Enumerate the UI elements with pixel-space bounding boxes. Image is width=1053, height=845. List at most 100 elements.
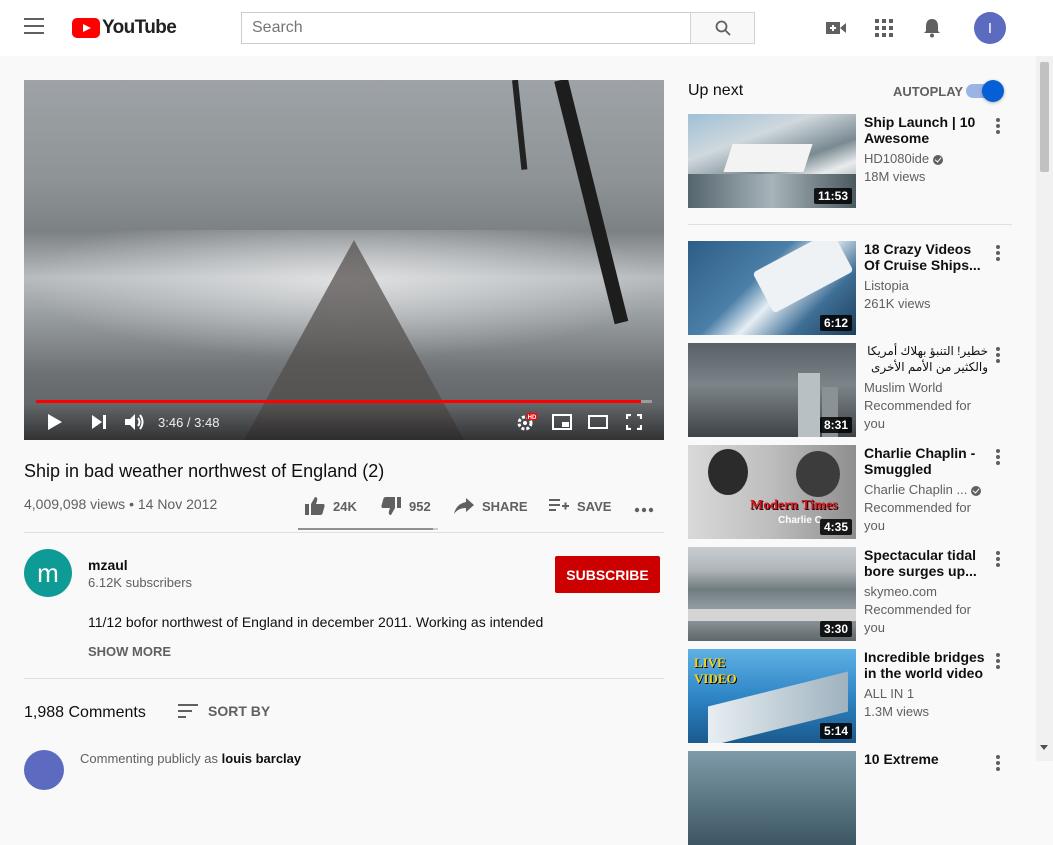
- comments-count: 1,988 Comments: [24, 704, 146, 721]
- settings-hd-icon[interactable]: HD: [514, 411, 538, 433]
- search-button[interactable]: [690, 12, 755, 44]
- recommendation-reason: Recommended for: [864, 602, 971, 617]
- channel-name[interactable]: Listopia: [864, 277, 988, 295]
- recommended-video[interactable]: 3:30 Spectacular tidal bore surges up...…: [688, 547, 1012, 641]
- video-title[interactable]: Ship Launch | 10 Awesome Waves,...: [864, 114, 988, 146]
- thumbnail-figure: [708, 449, 748, 495]
- video-title[interactable]: Charlie Chaplin - Smuggled "Nose...: [864, 445, 988, 477]
- miniplayer-icon[interactable]: [551, 411, 573, 433]
- more-options-icon[interactable]: [996, 653, 1000, 669]
- scrollbar-thumb[interactable]: [1040, 62, 1049, 172]
- channel-avatar[interactable]: m: [24, 549, 72, 597]
- subscribe-button[interactable]: SUBSCRIBE: [555, 556, 660, 593]
- youtube-play-icon: [72, 18, 100, 38]
- recommendation-reason-cont: you: [864, 620, 885, 635]
- video-thumbnail[interactable]: 3:30: [688, 547, 856, 641]
- volume-icon[interactable]: [124, 411, 146, 433]
- thumbnail-ship: [723, 144, 813, 172]
- account-avatar[interactable]: I: [974, 12, 1006, 44]
- video-meta: Charlie Chaplin ... Recommended for you: [864, 481, 988, 535]
- video-title: Ship in bad weather northwest of England…: [24, 461, 385, 481]
- verified-icon: [971, 485, 982, 496]
- view-count: 18M views: [864, 169, 926, 184]
- share-icon: [454, 498, 474, 514]
- dislike-count: 952: [409, 498, 431, 514]
- playlist-add-icon: [549, 499, 569, 511]
- thumbs-down-icon: [381, 497, 401, 515]
- video-thumbnail[interactable]: LIVE VIDEO 5:14: [688, 649, 856, 743]
- youtube-logo[interactable]: YouTube: [72, 17, 177, 39]
- autoplay-label: AUTOPLAY: [893, 84, 964, 99]
- thumbnail-ship: [752, 241, 854, 314]
- channel-name[interactable]: HD1080ide: [864, 151, 929, 166]
- time-display: 3:46 / 3:48: [158, 415, 220, 430]
- video-duration: 8:31: [819, 417, 852, 433]
- notifications-bell-icon[interactable]: [920, 16, 944, 40]
- search-input[interactable]: [241, 12, 691, 44]
- up-next-heading: Up next: [688, 82, 744, 99]
- more-options-icon[interactable]: [996, 245, 1000, 261]
- scroll-down-arrow-icon[interactable]: [1040, 745, 1048, 750]
- video-thumbnail[interactable]: 8:31: [688, 343, 856, 437]
- autoplay-toggle-knob[interactable]: [982, 80, 1004, 102]
- progress-bar[interactable]: [36, 400, 652, 403]
- video-thumbnail[interactable]: [688, 751, 856, 845]
- recommended-video[interactable]: 10 Extreme: [688, 751, 1012, 845]
- channel-name[interactable]: ALL IN 1: [864, 685, 988, 703]
- commenting-name: louis barclay: [221, 751, 302, 766]
- video-title[interactable]: 10 Extreme: [864, 751, 988, 767]
- video-player[interactable]: 3:46 / 3:48 HD: [24, 80, 664, 440]
- thumbnail-text: Modern Times: [750, 498, 838, 513]
- recommended-video[interactable]: Modern Times Charlie C 4:35 Charlie Chap…: [688, 445, 1012, 539]
- thumbnail-text: LIVE: [694, 655, 726, 670]
- recommended-video[interactable]: 11:53 Ship Launch | 10 Awesome Waves,...…: [688, 114, 1012, 208]
- progress-fill: [36, 400, 641, 403]
- commenting-as-text: Commenting publicly as louis barclay: [80, 751, 301, 766]
- thumbnail-figure: [796, 451, 840, 497]
- show-more-button[interactable]: SHOW MORE: [88, 644, 171, 659]
- video-title[interactable]: 18 Crazy Videos Of Cruise Ships...: [864, 241, 988, 273]
- thumbnail-wall: [688, 609, 856, 621]
- theater-mode-icon[interactable]: [587, 411, 609, 433]
- share-label: SHARE: [482, 498, 528, 514]
- video-thumbnail[interactable]: 11:53: [688, 114, 856, 208]
- thumbnail-text: VIDEO: [694, 671, 737, 686]
- share-button[interactable]: SHARE: [454, 495, 528, 517]
- more-options-icon[interactable]: [996, 755, 1000, 771]
- recommended-video[interactable]: LIVE VIDEO 5:14 Incredible bridges in th…: [688, 649, 1012, 743]
- channel-name[interactable]: mzaul: [88, 557, 128, 573]
- recommended-video[interactable]: 8:31 خطير! التنبؤ بهلاك أمريكا والكثير م…: [688, 343, 1012, 437]
- recommendation-reason-cont: you: [864, 518, 885, 533]
- divider: [24, 532, 664, 533]
- video-duration: 4:35: [819, 519, 852, 535]
- more-actions-icon[interactable]: [634, 499, 662, 521]
- sort-by-label: SORT BY: [208, 703, 271, 719]
- save-button[interactable]: SAVE: [549, 495, 611, 517]
- next-icon[interactable]: [88, 411, 110, 433]
- create-video-icon[interactable]: [824, 16, 848, 40]
- like-button[interactable]: 24K: [305, 495, 357, 517]
- channel-name[interactable]: skymeo.com: [864, 583, 988, 601]
- more-options-icon[interactable]: [996, 118, 1000, 134]
- dislike-button[interactable]: 952: [381, 495, 431, 517]
- video-thumbnail[interactable]: Modern Times Charlie C 4:35: [688, 445, 856, 539]
- video-title[interactable]: Incredible bridges in the world video: [864, 649, 988, 681]
- video-duration: 3:30: [819, 621, 852, 637]
- more-options-icon[interactable]: [996, 551, 1000, 567]
- recommended-video[interactable]: 6:12 18 Crazy Videos Of Cruise Ships... …: [688, 241, 1012, 335]
- play-icon[interactable]: [44, 411, 66, 433]
- channel-name[interactable]: Charlie Chaplin ...: [864, 482, 967, 497]
- thumbnail-text: Charlie C: [778, 515, 822, 526]
- search-icon: [715, 20, 731, 36]
- video-meta: skymeo.com Recommended for you: [864, 583, 988, 637]
- more-options-icon[interactable]: [996, 449, 1000, 465]
- sort-by-button[interactable]: SORT BY: [178, 703, 270, 719]
- fullscreen-icon[interactable]: [623, 411, 645, 433]
- more-options-icon[interactable]: [996, 347, 1000, 363]
- video-thumbnail[interactable]: 6:12: [688, 241, 856, 335]
- menu-icon[interactable]: [24, 18, 46, 38]
- apps-grid-icon[interactable]: [872, 16, 896, 40]
- channel-name[interactable]: Muslim World: [864, 379, 988, 397]
- video-title[interactable]: Spectacular tidal bore surges up...: [864, 547, 988, 579]
- video-title[interactable]: خطير! التنبؤ بهلاك أمريكا والكثير من الأ…: [864, 343, 988, 375]
